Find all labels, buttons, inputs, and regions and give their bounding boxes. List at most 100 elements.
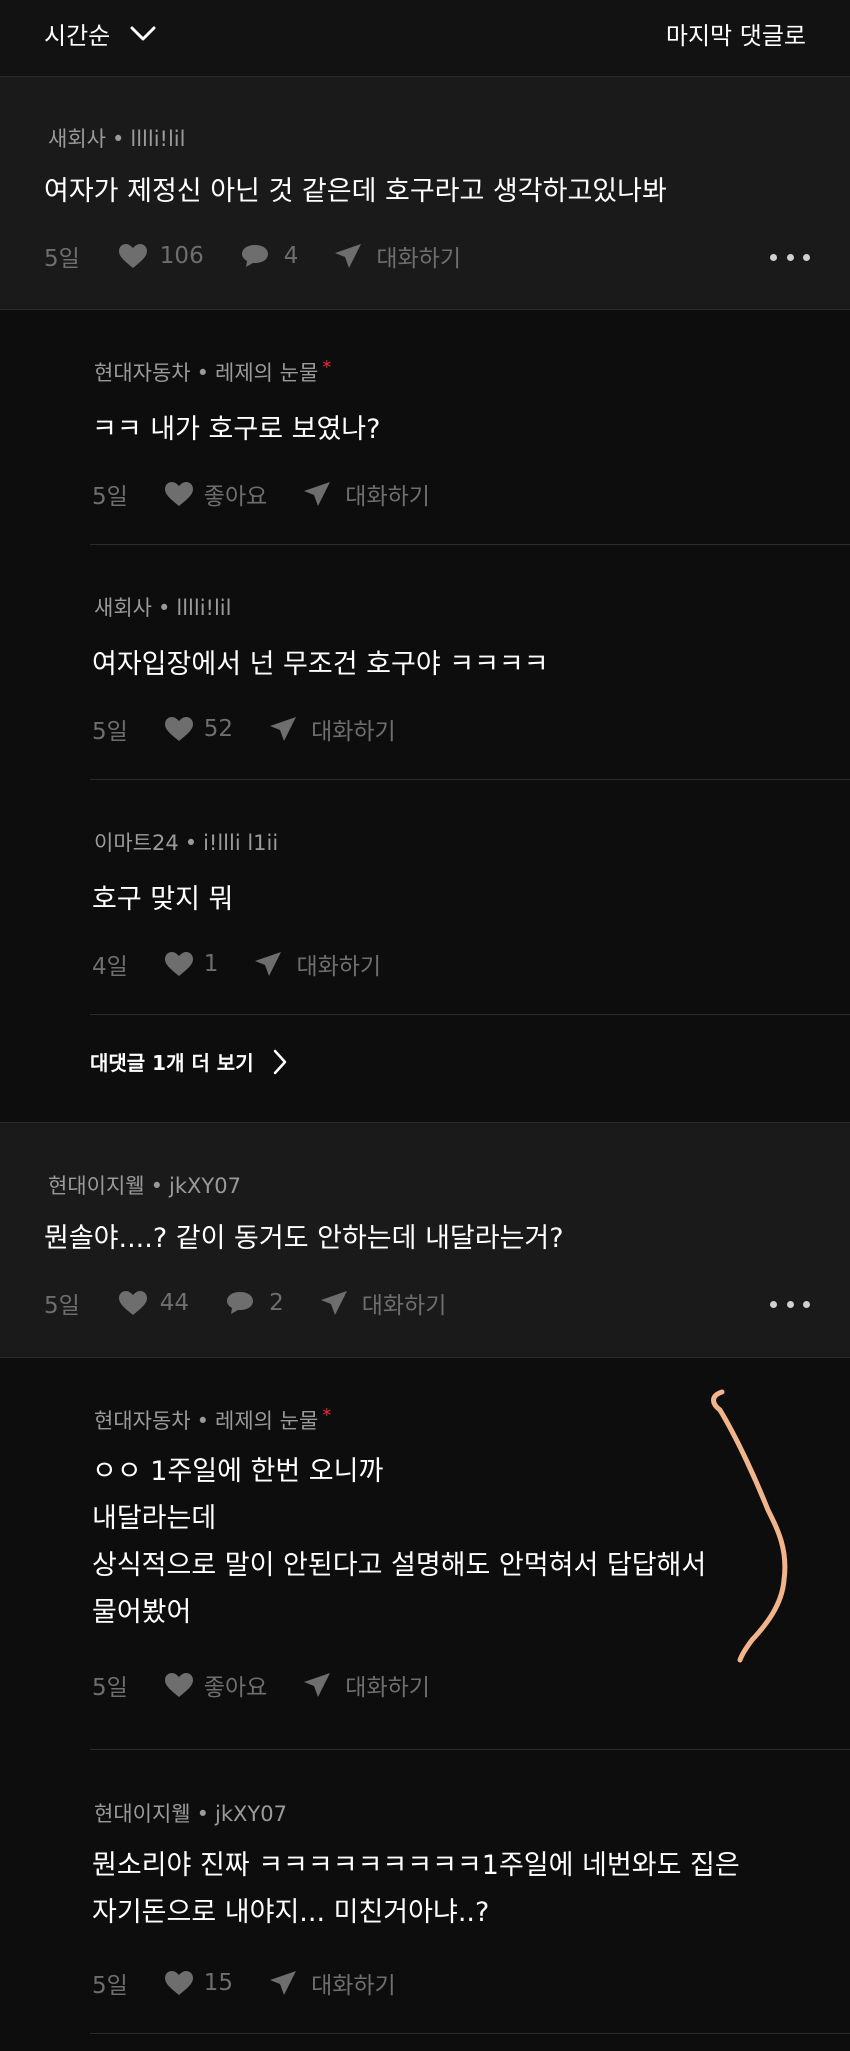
chat-button[interactable]: 대화하기 — [303, 1668, 430, 1702]
like-count: 1 — [203, 951, 219, 977]
like-label: 좋아요 — [203, 484, 268, 510]
author-badge-star: * — [322, 1405, 332, 1426]
reply-thread: 현대자동차 • 레제의 눈물 * ㅋㅋ 내가 호구로 보였나? 5일 좋아요 대화하기… — [0, 310, 850, 1122]
reply-meta: 5일 좋아요 대화하기 — [92, 1668, 430, 1702]
more-options-icon[interactable] — [770, 1297, 810, 1311]
chat-button[interactable]: 대화하기 — [334, 239, 461, 273]
reply-count-button[interactable]: 4 — [240, 243, 299, 269]
chat-button[interactable]: 대화하기 — [320, 1286, 447, 1320]
comment-author[interactable]: 현대이지웰 • jkXY07 — [48, 1170, 241, 1200]
reply-author[interactable]: 현대이지웰 • jkXY07 — [94, 1798, 287, 1828]
send-icon — [304, 482, 331, 506]
divider — [90, 779, 850, 780]
author-nickname: 레제의 눈물 — [215, 1409, 319, 1433]
chat-label: 대화하기 — [345, 1675, 430, 1701]
like-label: 좋아요 — [203, 1675, 268, 1701]
hand-drawn-bracket-annotation — [711, 1389, 788, 1663]
like-count: 106 — [159, 243, 204, 269]
chat-button[interactable]: 대화하기 — [269, 712, 396, 746]
reply-meta: 5일 좋아요 대화하기 — [92, 477, 430, 511]
reply-text-line: 상식적으로 말이 안된다고 설명해도 안먹혀서 답답해서 — [92, 1550, 707, 1581]
like-count: 52 — [203, 716, 234, 742]
author-nickname: lllli!lil — [130, 127, 186, 151]
see-more-label: 대댓글 1개 더 보기 — [90, 1051, 254, 1075]
comment-meta: 5일 44 2 대화하기 — [44, 1286, 446, 1320]
send-icon — [255, 952, 282, 976]
author-company: 새회사 — [94, 596, 152, 620]
comment: 현대이지웰 • jkXY07 뭔솔야....? 같이 동거도 안하는데 내달라는거?… — [0, 1123, 850, 1357]
send-icon — [270, 1971, 297, 1995]
reply-text: 호구 맞지 뭐 — [92, 884, 234, 915]
sort-label: 시간순 — [44, 22, 111, 50]
divider — [90, 544, 850, 545]
author-nickname: i!llli l1ii — [203, 831, 279, 855]
like-count: 44 — [159, 1290, 190, 1316]
chat-button[interactable]: 대화하기 — [254, 947, 381, 981]
like-button[interactable]: 15 — [164, 1970, 233, 1996]
heart-icon — [164, 1971, 193, 1995]
sort-dropdown[interactable]: 시간순 — [44, 16, 156, 51]
reply-author[interactable]: 새회사 • lllli!lil — [94, 592, 231, 622]
heart-icon — [164, 482, 193, 506]
see-more-replies-button[interactable]: 대댓글 1개 더 보기 — [90, 1047, 288, 1076]
author-nickname: 레제의 눈물 — [215, 361, 319, 385]
reply-text-line: 자기돈으로 내야지... 미친거아냐..? — [92, 1897, 490, 1928]
reply-text: 여자입장에서 넌 무조건 호구야 ㅋㅋㅋㅋ — [92, 649, 549, 680]
reply-count: 2 — [269, 1290, 284, 1316]
comment-author[interactable]: 새회사 • lllli!lil — [48, 123, 185, 153]
author-company: 현대자동차 — [94, 361, 191, 385]
author-company: 새회사 — [48, 127, 106, 151]
top-bar: 시간순 마지막 댓글로 — [0, 0, 850, 76]
speech-bubble-icon — [227, 1292, 254, 1314]
reply-meta: 5일 52 대화하기 — [92, 712, 396, 746]
chevron-down-icon — [130, 26, 156, 40]
like-button[interactable]: 좋아요 — [164, 1668, 267, 1702]
reply-author[interactable]: 현대자동차 • 레제의 눈물 * — [94, 357, 331, 387]
reply-text: ㅋㅋ 내가 호구로 보였나? — [92, 414, 381, 445]
comment-text: 뭔솔야....? 같이 동거도 안하는데 내달라는거? — [44, 1223, 564, 1254]
reply-text-line: 뭔소리야 진짜 ㅋㅋㅋㅋㅋㅋㅋㅋㅋ1주일에 네번와도 집은 — [92, 1850, 740, 1881]
chat-label: 대화하기 — [361, 1293, 447, 1319]
chat-label: 대화하기 — [345, 484, 430, 510]
like-count: 15 — [203, 1970, 234, 1996]
reply-count: 4 — [283, 243, 299, 269]
author-badge-star: * — [322, 357, 332, 378]
send-icon — [320, 1291, 347, 1315]
send-icon — [304, 1673, 331, 1697]
reply-text-line: ㅇㅇ 1주일에 한번 오니까 — [92, 1456, 384, 1487]
author-company: 현대이지웰 — [48, 1174, 145, 1198]
divider — [90, 1014, 850, 1015]
reply-text-line: 내달라는데 — [92, 1503, 217, 1534]
reply-author[interactable]: 현대자동차 • 레제의 눈물 * — [94, 1405, 331, 1435]
reply-thread: 현대자동차 • 레제의 눈물 * ㅇㅇ 1주일에 한번 오니까 내달라는데 상식적으로… — [0, 1358, 850, 2051]
last-comment-link[interactable]: 마지막 댓글로 — [666, 16, 806, 51]
author-nickname: jkXY07 — [215, 1802, 287, 1826]
more-options-icon[interactable] — [770, 250, 810, 264]
like-button[interactable]: 1 — [164, 951, 219, 977]
chat-label: 대화하기 — [311, 1973, 396, 1999]
reply-meta: 5일 15 대화하기 — [92, 1966, 396, 2000]
author-nickname: lllli!lil — [176, 596, 232, 620]
chat-button[interactable]: 대화하기 — [303, 477, 430, 511]
chat-button[interactable]: 대화하기 — [269, 1966, 396, 2000]
comment-text: 여자가 제정신 아닌 것 같은데 호구라고 생각하고있나봐 — [44, 176, 667, 207]
like-button[interactable]: 44 — [118, 1290, 189, 1316]
send-icon — [270, 717, 297, 741]
chat-label: 대화하기 — [296, 954, 382, 980]
reply-age: 4일 — [92, 954, 128, 980]
heart-icon — [118, 244, 147, 268]
like-button[interactable]: 52 — [164, 716, 233, 742]
author-company: 현대이지웰 — [94, 1802, 191, 1826]
comment-meta: 5일 106 4 대화하기 — [44, 239, 461, 273]
comment: 새회사 • lllli!lil 여자가 제정신 아닌 것 같은데 호구라고 생각하고… — [0, 77, 850, 309]
heart-icon — [164, 717, 193, 741]
speech-bubble-icon — [241, 245, 268, 267]
comment-age: 5일 — [44, 246, 80, 272]
reply-count-button[interactable]: 2 — [225, 1290, 284, 1316]
like-button[interactable]: 좋아요 — [164, 477, 267, 511]
like-button[interactable]: 106 — [118, 243, 204, 269]
chevron-right-icon — [273, 1049, 286, 1074]
chat-label: 대화하기 — [311, 719, 396, 745]
reply-author[interactable]: 이마트24 • i!llli l1ii — [94, 827, 278, 857]
divider — [90, 1749, 850, 1750]
